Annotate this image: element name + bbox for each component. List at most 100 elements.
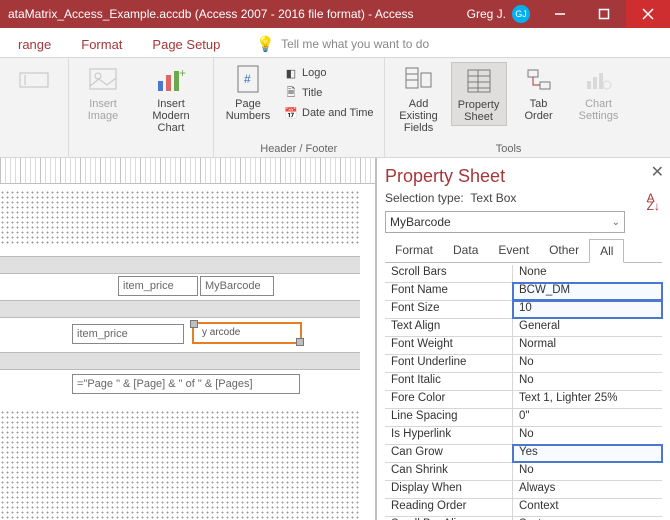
- property-tab-event[interactable]: Event: [488, 239, 539, 262]
- page-numbers-label: Page Numbers: [224, 98, 272, 122]
- ribbon-tabs: range Format Page Setup 💡 Tell me what y…: [0, 28, 670, 58]
- property-row[interactable]: Scroll BarsNone: [385, 265, 662, 283]
- sort-button[interactable]: AZ↓: [647, 194, 660, 210]
- insert-image-label: Insert Image: [79, 98, 127, 122]
- property-row[interactable]: Display WhenAlways: [385, 481, 662, 499]
- selected-control-dropdown[interactable]: MyBarcode ⌄: [385, 211, 625, 233]
- calendar-icon: 📅: [284, 106, 298, 120]
- property-tab-all[interactable]: All: [589, 239, 624, 263]
- maximize-button[interactable]: [582, 0, 626, 28]
- property-value[interactable]: Text 1, Lighter 25%: [513, 391, 662, 408]
- property-label: Font Name: [385, 283, 513, 300]
- selected-textbox-mybarcode[interactable]: y arcode: [192, 322, 302, 344]
- user-name: Greg J.: [467, 7, 506, 21]
- barcode-field-text: y arcode: [202, 327, 240, 338]
- property-label: Fore Color: [385, 391, 513, 408]
- property-row[interactable]: Font NameBCW_DM: [385, 283, 662, 301]
- property-grid: Scroll BarsNoneFont NameBCW_DMFont Size1…: [385, 263, 662, 520]
- chart-settings-button: Chart Settings: [571, 62, 627, 124]
- title-button[interactable]: 🗎Title: [280, 84, 378, 102]
- user-account[interactable]: Greg J. GJ: [467, 5, 530, 23]
- title-bar: ataMatrix_Access_Example.accdb (Access 2…: [0, 0, 670, 28]
- tab-arrange[interactable]: range: [4, 31, 65, 57]
- tab-order-button[interactable]: Tab Order: [511, 62, 567, 124]
- chart-icon: +: [155, 64, 187, 96]
- section-bar[interactable]: [0, 256, 360, 274]
- fields-icon: [403, 64, 435, 96]
- property-label: Font Size: [385, 301, 513, 318]
- property-row[interactable]: Text AlignGeneral: [385, 319, 662, 337]
- group-header-footer-label: Header / Footer: [214, 143, 384, 155]
- page-footer-expression[interactable]: ="Page " & [Page] & " of " & [Pages]: [72, 374, 300, 394]
- property-label: Font Weight: [385, 337, 513, 354]
- property-value[interactable]: 0": [513, 409, 662, 426]
- tab-page-setup[interactable]: Page Setup: [138, 31, 234, 57]
- selection-type-label: Selection type:: [385, 191, 464, 205]
- close-button[interactable]: [626, 0, 670, 28]
- property-sheet-icon: [463, 65, 495, 97]
- property-value[interactable]: General: [513, 319, 662, 336]
- add-existing-fields-label: Add Existing Fields: [395, 98, 443, 134]
- date-time-button[interactable]: 📅Date and Time: [280, 104, 378, 122]
- horizontal-ruler: [0, 158, 375, 184]
- minimize-button[interactable]: [538, 0, 582, 28]
- page-numbers-button[interactable]: # Page Numbers: [220, 62, 276, 124]
- property-row[interactable]: Can GrowYes: [385, 445, 662, 463]
- dropdown-value: MyBarcode: [390, 215, 451, 229]
- header-field-item-price[interactable]: item_price: [118, 276, 198, 296]
- property-row[interactable]: Is HyperlinkNo: [385, 427, 662, 445]
- property-tab-other[interactable]: Other: [539, 239, 589, 262]
- detail-field-item-price[interactable]: item_price: [72, 324, 184, 344]
- svg-text:#: #: [244, 72, 251, 86]
- property-tab-format[interactable]: Format: [385, 239, 443, 262]
- tell-me-search[interactable]: 💡 Tell me what you want to do: [256, 31, 429, 57]
- add-existing-fields-button[interactable]: Add Existing Fields: [391, 62, 447, 136]
- property-row[interactable]: Reading OrderContext: [385, 499, 662, 517]
- property-value[interactable]: No: [513, 373, 662, 390]
- property-row[interactable]: Font ItalicNo: [385, 373, 662, 391]
- property-label: Text Align: [385, 319, 513, 336]
- ribbon: Insert Image + Insert Modern Chart # Pag…: [0, 58, 670, 158]
- property-row[interactable]: Can ShrinkNo: [385, 463, 662, 481]
- avatar: GJ: [512, 5, 530, 23]
- property-row[interactable]: Fore ColorText 1, Lighter 25%: [385, 391, 662, 409]
- property-value[interactable]: Always: [513, 481, 662, 498]
- section-bar[interactable]: [0, 300, 360, 318]
- property-row[interactable]: Font UnderlineNo: [385, 355, 662, 373]
- group-tools-label: Tools: [385, 143, 633, 155]
- property-value[interactable]: Context: [513, 499, 662, 516]
- page-number-icon: #: [232, 64, 264, 96]
- property-value[interactable]: 10: [513, 301, 662, 318]
- tab-format[interactable]: Format: [67, 31, 136, 57]
- property-row[interactable]: Font WeightNormal: [385, 337, 662, 355]
- property-value[interactable]: No: [513, 427, 662, 444]
- property-value[interactable]: Yes: [513, 445, 662, 462]
- property-label: Can Shrink: [385, 463, 513, 480]
- header-field-mybarcode[interactable]: MyBarcode: [200, 276, 274, 296]
- property-value[interactable]: No: [513, 463, 662, 480]
- property-sheet-label: Property Sheet: [456, 99, 502, 123]
- close-panel-button[interactable]: ✕: [651, 162, 664, 182]
- svg-text:+: +: [179, 67, 186, 80]
- property-row[interactable]: Font Size10: [385, 301, 662, 319]
- chart-settings-icon: [583, 64, 615, 96]
- property-value[interactable]: No: [513, 355, 662, 372]
- property-sheet-button[interactable]: Property Sheet: [451, 62, 507, 126]
- property-label: Font Italic: [385, 373, 513, 390]
- logo-button[interactable]: ◧Logo: [280, 64, 378, 82]
- property-label: Line Spacing: [385, 409, 513, 426]
- lightbulb-icon: 💡: [256, 35, 275, 53]
- property-row[interactable]: Line Spacing0": [385, 409, 662, 427]
- chart-settings-label: Chart Settings: [575, 98, 623, 122]
- property-label: Can Grow: [385, 445, 513, 462]
- tab-order-icon: [523, 64, 555, 96]
- insert-modern-chart-button[interactable]: + Insert Modern Chart: [135, 62, 207, 136]
- property-value[interactable]: None: [513, 265, 662, 282]
- property-label: Display When: [385, 481, 513, 498]
- property-tab-data[interactable]: Data: [443, 239, 488, 262]
- property-label: Scroll Bars: [385, 265, 513, 282]
- property-value[interactable]: BCW_DM: [513, 283, 662, 300]
- property-value[interactable]: Normal: [513, 337, 662, 354]
- section-bar[interactable]: [0, 352, 360, 370]
- report-design-canvas[interactable]: item_price MyBarcode item_price y arcode…: [0, 158, 376, 520]
